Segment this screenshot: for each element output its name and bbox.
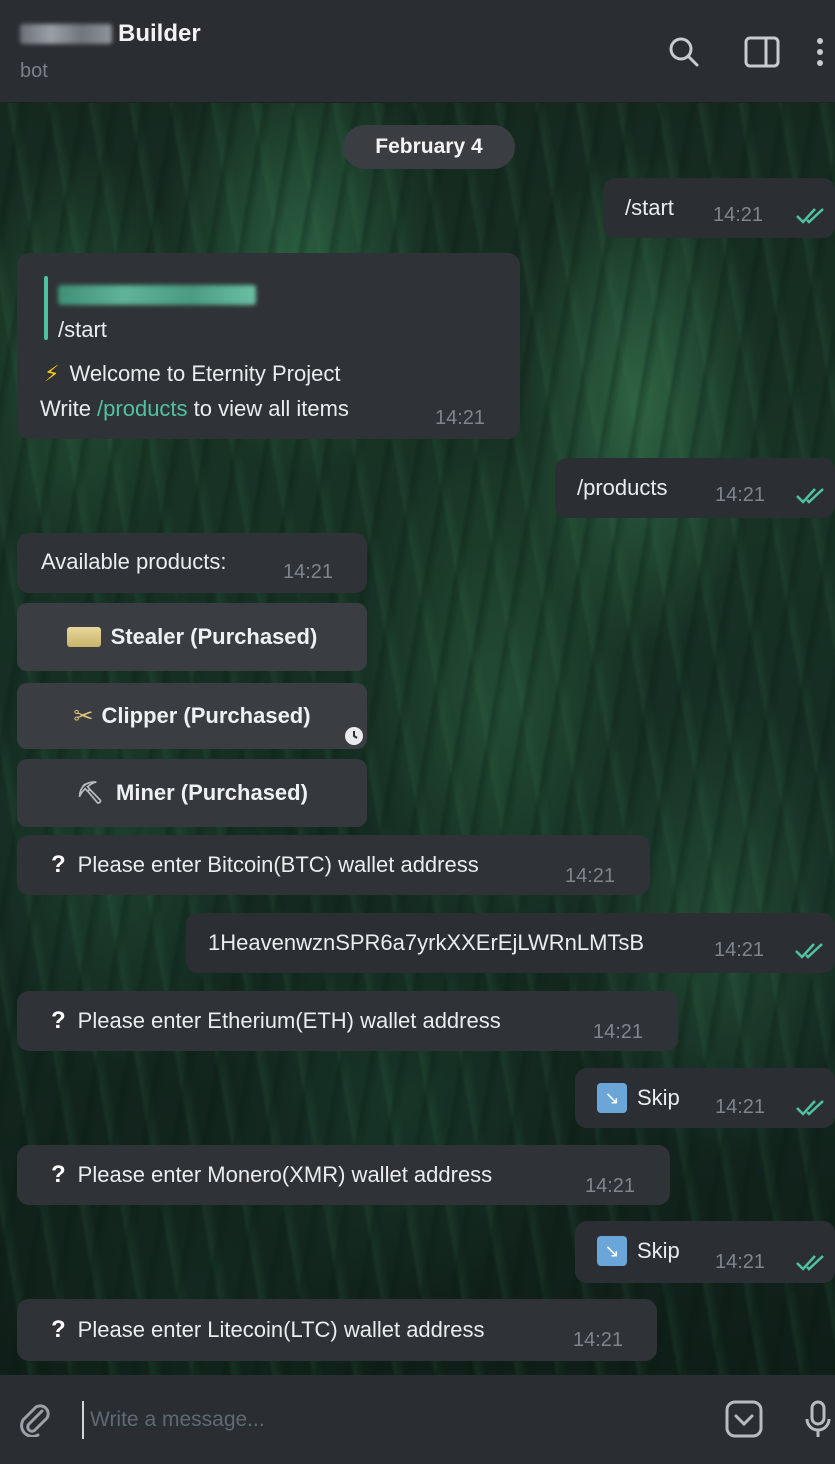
blurred-bot-name [20, 24, 112, 44]
message-text: ? Please enter Bitcoin(BTC) wallet addres… [51, 851, 479, 878]
clipper-icon: ✂ [73, 702, 94, 730]
products-command-link[interactable]: /products [97, 396, 188, 421]
message-text: ? Please enter Monero(XMR) wallet address [51, 1161, 493, 1188]
question-mark-icon: ? [51, 1161, 66, 1188]
outgoing-message[interactable]: ↘ Skip 14:21 [575, 1221, 835, 1283]
chat-header: Builder bot [0, 0, 835, 103]
blurred-reply-author [58, 285, 256, 305]
reply-quote-text: /start [58, 317, 107, 342]
incoming-message[interactable]: ? Please enter Monero(XMR) wallet address… [17, 1145, 670, 1205]
skip-arrow-icon: ↘ [597, 1083, 627, 1113]
reply-quote-bar [44, 276, 48, 340]
message-text: ? Please enter Etherium(ETH) wallet addre… [51, 1007, 501, 1034]
read-checks-icon [796, 1255, 824, 1271]
skip-arrow-icon: ↘ [597, 1236, 627, 1266]
chat-title[interactable]: Builder [118, 20, 201, 48]
message-text: /products [577, 475, 668, 500]
clipper-button[interactable]: ✂ Clipper (Purchased) [17, 683, 367, 749]
sidebar-toggle-icon[interactable] [742, 32, 782, 72]
stealer-button[interactable]: Stealer (Purchased) [17, 603, 367, 671]
search-icon[interactable] [664, 32, 704, 72]
welcome-line: ⚡ Welcome to Eternity Project [44, 361, 341, 386]
outgoing-message[interactable]: 1HeavenwznSPR6a7yrkXXErEjLWRnLMTsB 14:21 [186, 913, 835, 973]
miner-button[interactable]: ⛏ Miner (Purchased) [17, 759, 367, 827]
pending-clock-icon [345, 727, 363, 745]
message-text: 1HeavenwznSPR6a7yrkXXErEjLWRnLMTsB [208, 930, 645, 955]
attach-icon[interactable] [12, 1397, 56, 1441]
message-time: 14:21 [573, 1329, 624, 1351]
message-text: /start [625, 195, 674, 220]
question-mark-icon: ? [51, 1316, 66, 1343]
telegram-window: Builder bot February 4 /start 14:21 /sta… [0, 0, 835, 1464]
more-vertical-icon[interactable] [806, 32, 834, 72]
lightning-icon: ⚡ [44, 361, 60, 386]
message-text: ↘ Skip [597, 1083, 680, 1113]
incoming-message[interactable]: Available products: 14:21 [17, 533, 367, 593]
chat-area[interactable]: February 4 /start 14:21 /start ⚡ Welcome … [0, 103, 835, 1375]
read-checks-icon [796, 1100, 824, 1116]
message-time: 14:21 [715, 484, 766, 506]
incoming-message[interactable]: ? Please enter Etherium(ETH) wallet addre… [17, 991, 678, 1051]
message-text: ↘ Skip [597, 1236, 680, 1266]
card-icon [66, 627, 101, 647]
outgoing-message[interactable]: /start 14:21 [603, 178, 835, 238]
incoming-message[interactable]: ? Please enter Litecoin(LTC) wallet addre… [17, 1299, 657, 1361]
message-time: 14:21 [715, 1251, 766, 1273]
question-mark-icon: ? [51, 1007, 66, 1034]
mic-icon[interactable] [800, 1397, 835, 1441]
incoming-message[interactable]: ? Please enter Bitcoin(BTC) wallet addres… [17, 835, 650, 895]
outgoing-message[interactable]: /products 14:21 [555, 458, 835, 518]
message-time: 14:21 [713, 204, 764, 226]
message-time: 14:21 [593, 1021, 644, 1043]
emoji-icon[interactable] [722, 1397, 766, 1441]
composer-bar [0, 1375, 835, 1464]
date-separator: February 4 [343, 125, 515, 169]
read-checks-icon [796, 488, 824, 504]
message-time: 14:21 [435, 407, 486, 429]
message-input[interactable] [82, 1401, 692, 1439]
instruction-line: Write /products to view all items [40, 396, 349, 421]
message-time: 14:21 [565, 865, 616, 887]
read-checks-icon [796, 208, 824, 224]
message-text: ? Please enter Litecoin(LTC) wallet addre… [51, 1316, 485, 1343]
outgoing-message[interactable]: ↘ Skip 14:21 [575, 1068, 835, 1128]
question-mark-icon: ? [51, 851, 66, 878]
message-time: 14:21 [714, 939, 765, 961]
message-time: 14:21 [585, 1175, 636, 1197]
message-time: 14:21 [283, 561, 334, 583]
message-text: Available products: [41, 549, 227, 574]
pickaxe-icon: ⛏ [76, 780, 104, 805]
read-checks-icon [795, 943, 823, 959]
message-time: 14:21 [715, 1096, 766, 1118]
chat-subtitle: bot [20, 60, 48, 82]
